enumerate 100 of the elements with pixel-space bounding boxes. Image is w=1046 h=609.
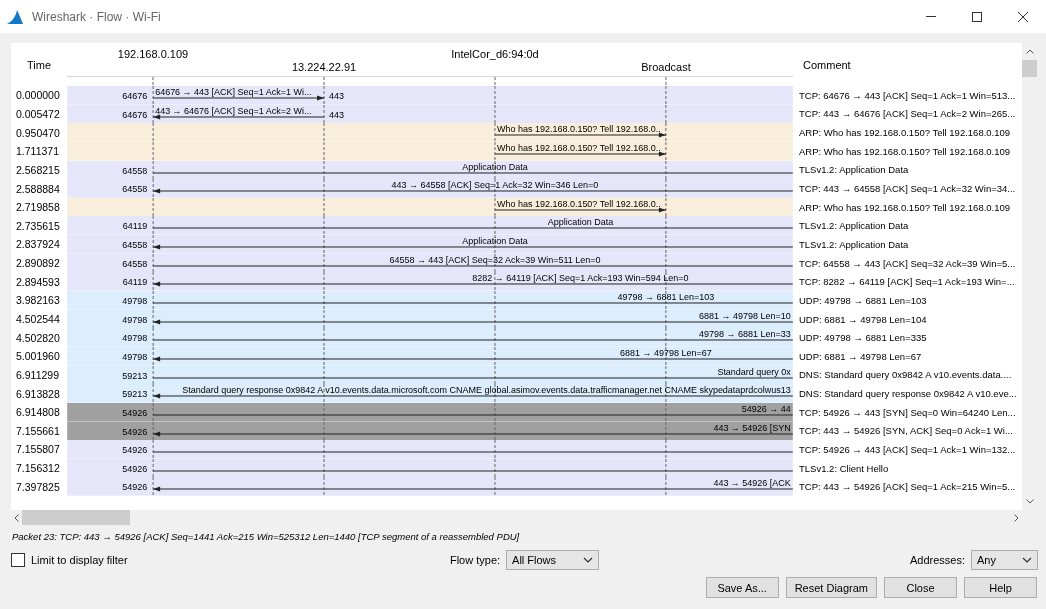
row-band[interactable] [67, 123, 793, 142]
field-label: Addresses: [909, 554, 965, 566]
port-label: 64558 [122, 165, 148, 176]
caret-down-icon [1025, 499, 1034, 504]
flow-label: 64558 → 443 [ACK] Seq=32 Ack=39 Win=511 Len=0 [389, 254, 601, 265]
row-band[interactable] [67, 384, 793, 403]
checkbox[interactable] [11, 553, 25, 567]
time-cell-text: 0.000000 [15, 88, 61, 104]
caret-right-icon [1014, 513, 1019, 522]
comment-cell-text: TLSv1.2: Application Data [798, 237, 909, 252]
flow-label: 64676 → 443 [ACK] Seq=1 Ack=1 Wi... [155, 87, 312, 97]
port-label: 49798 [122, 351, 148, 362]
node-label: 192.168.0.109 [117, 48, 189, 60]
port-label: 54926 [122, 482, 148, 493]
flow-label: 6881 → 49798 Len=10 [699, 310, 791, 321]
port-label: 59213 [122, 389, 148, 400]
flow-label: 443 → 54926 [ACK [713, 478, 791, 489]
time-cell-text: 0.950470 [15, 125, 61, 141]
port-label: 443 [329, 91, 345, 101]
scroll-thumb[interactable] [1022, 60, 1037, 77]
comment-cell-text: UDP: 49798 → 6881 Len=335 [798, 331, 927, 346]
comment-cell-text: TLSv1.2: Client Hello [798, 461, 889, 476]
port-label: 54926 [122, 407, 148, 418]
time-cell-text: 7.397825 [15, 479, 61, 495]
comment-cell-text: TLSv1.2: Application Data [798, 219, 909, 234]
node-label: 13.224.22.91 [291, 61, 357, 73]
time-cell-text: 4.502544 [15, 312, 61, 327]
comment-cell-text: ARP: Who has 192.168.0.150? Tell 192.168.0.109 [798, 200, 1011, 215]
flow-label: 443 → 54926 [SYN [713, 422, 791, 433]
time-cell-text: 2.735615 [15, 218, 61, 234]
dialog-button[interactable]: Reset Diagram [785, 577, 877, 598]
comment-cell-text: DNS: Standard query 0x9842 A v10.events.data.... [798, 368, 1012, 383]
port-label: 64558 [122, 240, 148, 251]
flow-label: 443 → 64558 [ACK] Seq=1 Ack=32 Win=346 Len=0 [391, 180, 599, 191]
caret-icon [1022, 557, 1032, 563]
port-label: 64676 [122, 91, 148, 101]
flow-label: 49798 → 6881 Len=33 [699, 329, 791, 340]
time-cell-text: 2.588884 [15, 181, 61, 197]
status-text: Packet 23: TCP: 443 → 54926 [ACK] Seq=1441 Ack=215 Win=525312 Len=1440 [TCP segment of a reassembled PDU] [12, 531, 521, 543]
time-cell-text: 2.568215 [15, 162, 61, 178]
node-label: Broadcast [641, 61, 691, 73]
flow-label: Who has 192.168.0.150? Tell 192.168.0.. [496, 124, 661, 135]
dialog-button[interactable]: Save As... [705, 577, 779, 598]
flow-label: Application Data [462, 161, 528, 172]
time-cell-text: 6.913828 [15, 386, 61, 402]
time-cell-text: 7.155807 [15, 442, 61, 458]
flow-label: 49798 → 6881 Len=103 [617, 292, 715, 303]
comment-cell-text: TCP: 64676 → 443 [ACK] Seq=1 Ack=1 Win=513... [798, 88, 1016, 103]
flow-label: 443 → 64676 [ACK] Seq=1 Ack=2 Wi... [155, 105, 312, 116]
port-label: 64119 [122, 221, 148, 232]
row-band[interactable] [67, 272, 793, 292]
time-cell-text: 2.894593 [15, 274, 61, 290]
time-cell-text: 0.005472 [15, 106, 61, 122]
comment-cell-text: UDP: 6881 → 49798 Len=104 [798, 312, 927, 327]
comment-cell-text: ARP: Who has 192.168.0.150? Tell 192.168.0.109 [798, 126, 1011, 141]
shark-fin-icon [6, 8, 24, 25]
addresses-dropdown[interactable]: Any [971, 550, 1038, 570]
time-cell-text: 3.982163 [15, 293, 61, 309]
comment-cell-text: TCP: 54926 → 443 [ACK] Seq=1 Ack=1 Win=132... [798, 443, 1016, 457]
caret-icon [583, 557, 594, 563]
flow-label: Application Data [547, 217, 614, 228]
port-label: 443 [329, 109, 345, 120]
time-cell-text: 2.837924 [15, 237, 61, 253]
port-label: 54926 [122, 426, 148, 437]
time-cell-text: 7.156312 [15, 461, 61, 477]
node-label: IntelCor_d6:94:0d [451, 48, 539, 60]
time-cell-text: 6.914808 [15, 405, 61, 421]
scroll-thumb[interactable] [22, 510, 130, 525]
comment-cell-text: TCP: 443 → 54926 [SYN, ACK] Seq=0 Ack=1 Wi... [798, 424, 1013, 439]
column-header: Comment [802, 57, 851, 73]
time-cell-text: 4.502820 [15, 330, 61, 346]
comment-cell-text: UDP: 6881 → 49798 Len=67 [798, 349, 922, 364]
comment-cell-text: TLSv1.2: Application Data [798, 163, 909, 178]
comment-cell-text: TCP: 54926 → 443 [SYN] Seq=0 Win=64240 Len... [798, 405, 1016, 420]
dialog-button[interactable]: Help [964, 577, 1037, 598]
flow-label: 54926 → 44 [741, 403, 791, 414]
flow-label: Standard query response 0x9842 A v10.events.data.microsoft.com CNAME global.asimov.events.data.trafficmanager.net CNAME skypedataprdcolwus13 [182, 385, 791, 396]
flow-label: Who has 192.168.0.150? Tell 192.168.0.. [496, 142, 661, 153]
comment-cell-text: TCP: 443 → 54926 [ACK] Seq=1 Ack=215 Win=5... [798, 480, 1016, 495]
dialog-button[interactable]: Close [884, 577, 957, 598]
caret-left-icon [14, 513, 19, 522]
comment-cell-text: TCP: 443 → 64558 [ACK] Seq=1 Ack=32 Win=34... [798, 182, 1016, 196]
time-cell-text: 2.890892 [15, 256, 61, 272]
comment-cell-text: UDP: 49798 → 6881 Len=103 [798, 293, 927, 308]
comment-cell-text: DNS: Standard query response 0x9842 A v10.eve... [798, 387, 1017, 402]
flow-label: 8282 → 64119 [ACK] Seq=1 Ack=193 Win=594 Len=0 [472, 273, 689, 284]
flow-label: 6881 → 49798 Len=67 [620, 347, 712, 358]
caret-up-icon [1025, 49, 1034, 54]
port-label: 49798 [122, 296, 148, 307]
port-label: 49798 [122, 314, 148, 325]
row-band[interactable] [67, 179, 793, 198]
port-label: 54926 [122, 445, 148, 456]
time-cell-text: 5.001960 [15, 349, 61, 365]
port-label: 64558 [122, 184, 148, 195]
checkbox-label: Limit to display filter [31, 554, 128, 566]
flow-type-dropdown[interactable]: All Flows [506, 550, 600, 570]
row-band[interactable] [67, 86, 793, 105]
port-label: 64119 [122, 277, 148, 288]
time-cell-text: 2.719858 [15, 200, 61, 216]
minimize-icon [926, 16, 936, 17]
